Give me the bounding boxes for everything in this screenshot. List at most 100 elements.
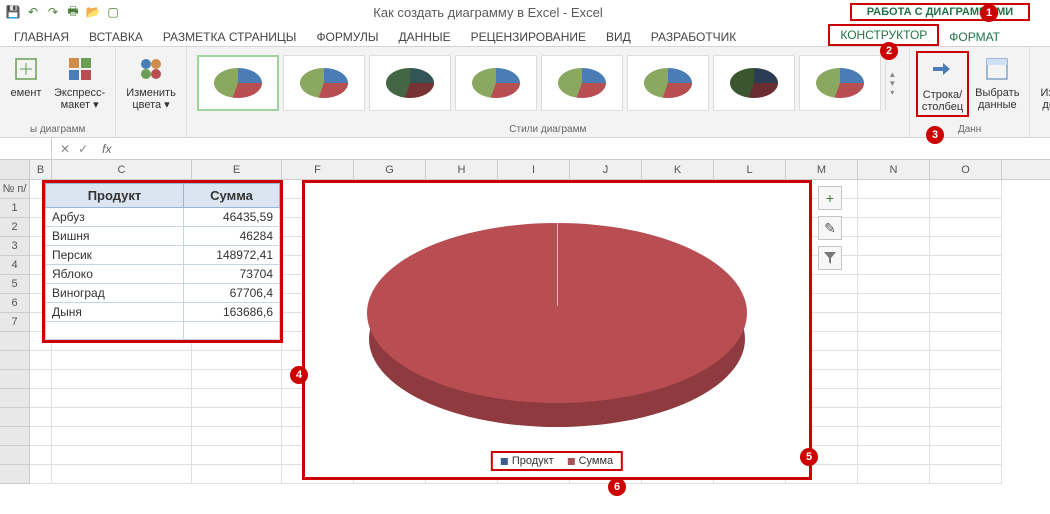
chart-style-6[interactable] <box>627 55 709 111</box>
cell[interactable] <box>858 389 930 408</box>
cell[interactable] <box>930 275 1002 294</box>
row-header[interactable] <box>0 351 30 370</box>
row-header[interactable]: № п/п <box>0 180 30 199</box>
cell[interactable] <box>858 237 930 256</box>
chart-plus-button[interactable]: + <box>818 186 842 210</box>
cell-sum[interactable]: 73704 <box>184 265 280 284</box>
col-G[interactable]: G <box>354 160 426 179</box>
row-header[interactable] <box>0 332 30 351</box>
cell[interactable] <box>930 199 1002 218</box>
cell[interactable] <box>930 446 1002 465</box>
col-E[interactable]: E <box>192 160 282 179</box>
tab-view[interactable]: ВИД <box>596 28 641 46</box>
tab-formulas[interactable]: ФОРМУЛЫ <box>306 28 388 46</box>
row-header[interactable]: 5 <box>0 275 30 294</box>
row-header[interactable]: 7 <box>0 313 30 332</box>
tab-data[interactable]: ДАННЫЕ <box>388 28 460 46</box>
chart-style-3[interactable] <box>369 55 451 111</box>
cell[interactable] <box>858 370 930 389</box>
col-C[interactable]: C <box>52 160 192 179</box>
fx-label[interactable]: fx <box>96 142 111 156</box>
cell[interactable] <box>858 180 930 199</box>
row-header[interactable] <box>0 446 30 465</box>
quick-layout-button[interactable]: Экспресс- макет ▾ <box>50 51 109 113</box>
new-icon[interactable]: ▢ <box>106 5 120 19</box>
tab-home[interactable]: ГЛАВНАЯ <box>4 28 79 46</box>
row-header[interactable] <box>0 370 30 389</box>
cell[interactable] <box>30 389 52 408</box>
cell-sum[interactable]: 46435,59 <box>184 208 280 227</box>
row-header[interactable]: 3 <box>0 237 30 256</box>
cell[interactable] <box>192 408 282 427</box>
col-B[interactable]: B <box>30 160 52 179</box>
col-F[interactable]: F <box>282 160 354 179</box>
cell-product[interactable]: Виноград <box>46 284 184 303</box>
col-N[interactable]: N <box>858 160 930 179</box>
redo-icon[interactable]: ↷ <box>46 5 60 19</box>
col-H[interactable]: H <box>426 160 498 179</box>
cell-product[interactable]: Арбуз <box>46 208 184 227</box>
col-K[interactable]: K <box>642 160 714 179</box>
chart-style-8[interactable] <box>799 55 881 111</box>
cell[interactable] <box>52 370 192 389</box>
pie-chart-object[interactable]: Продукт Сумма <box>302 180 812 480</box>
cell[interactable] <box>52 446 192 465</box>
cell-sum[interactable]: 163686,6 <box>184 303 280 322</box>
cell[interactable] <box>30 351 52 370</box>
row-header[interactable] <box>0 427 30 446</box>
cell[interactable] <box>192 427 282 446</box>
row-header[interactable]: 2 <box>0 218 30 237</box>
select-data-button[interactable]: Выбрать данные <box>971 51 1023 117</box>
cell-product[interactable]: Персик <box>46 246 184 265</box>
cell[interactable] <box>52 465 192 484</box>
cell[interactable] <box>30 427 52 446</box>
row-header[interactable] <box>0 465 30 484</box>
spreadsheet-grid[interactable]: B C E F G H I J K L M N O № п/п1234567 П… <box>0 160 1050 510</box>
cell[interactable] <box>858 446 930 465</box>
cell[interactable] <box>52 389 192 408</box>
cell-product[interactable]: Дыня <box>46 303 184 322</box>
cell[interactable] <box>930 256 1002 275</box>
col-M[interactable]: M <box>786 160 858 179</box>
row-header[interactable] <box>0 408 30 427</box>
cell[interactable] <box>192 465 282 484</box>
cell[interactable] <box>858 313 930 332</box>
row-header[interactable]: 6 <box>0 294 30 313</box>
select-all-corner[interactable] <box>0 160 30 179</box>
cell[interactable] <box>858 465 930 484</box>
open-icon[interactable]: 📂 <box>86 5 100 19</box>
cell[interactable] <box>930 408 1002 427</box>
cell[interactable] <box>192 351 282 370</box>
cell[interactable] <box>858 351 930 370</box>
cell[interactable] <box>930 465 1002 484</box>
tab-format[interactable]: ФОРМАТ <box>939 28 1010 46</box>
tab-developer[interactable]: РАЗРАБОТЧИК <box>641 28 747 46</box>
chart-legend[interactable]: Продукт Сумма <box>491 451 623 471</box>
row-header[interactable]: 4 <box>0 256 30 275</box>
cell[interactable] <box>858 408 930 427</box>
cell[interactable] <box>858 294 930 313</box>
tab-page-layout[interactable]: РАЗМЕТКА СТРАНИЦЫ <box>153 28 307 46</box>
col-L[interactable]: L <box>714 160 786 179</box>
cell[interactable] <box>192 389 282 408</box>
cell[interactable] <box>858 332 930 351</box>
print-icon[interactable]: 🖶 <box>66 5 80 19</box>
tab-review[interactable]: РЕЦЕНЗИРОВАНИЕ <box>461 28 596 46</box>
chart-plot-area[interactable] <box>305 183 809 443</box>
chart-style-4[interactable] <box>455 55 537 111</box>
tab-insert[interactable]: ВСТАВКА <box>79 28 153 46</box>
cell-product[interactable]: Яблоко <box>46 265 184 284</box>
cell[interactable] <box>30 370 52 389</box>
add-chart-element-button[interactable]: емент <box>6 51 46 113</box>
cell[interactable] <box>52 427 192 446</box>
cell[interactable] <box>930 294 1002 313</box>
col-J[interactable]: J <box>570 160 642 179</box>
cell[interactable] <box>858 218 930 237</box>
cell-sum[interactable]: 46284 <box>184 227 280 246</box>
cell[interactable] <box>930 237 1002 256</box>
cell[interactable] <box>858 199 930 218</box>
cell[interactable] <box>930 389 1002 408</box>
cell-product[interactable]: Вишня <box>46 227 184 246</box>
chart-style-2[interactable] <box>283 55 365 111</box>
row-header[interactable] <box>0 389 30 408</box>
